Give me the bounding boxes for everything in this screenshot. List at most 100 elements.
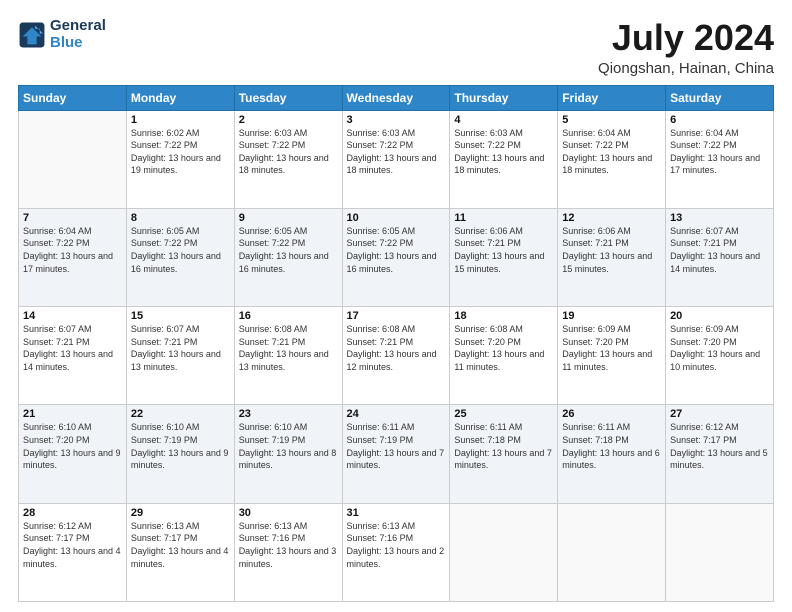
day-info: Sunrise: 6:08 AMSunset: 7:20 PMDaylight:… bbox=[454, 323, 553, 373]
day-number: 5 bbox=[562, 114, 661, 126]
calendar-day-cell: 7Sunrise: 6:04 AMSunset: 7:22 PMDaylight… bbox=[19, 208, 127, 306]
day-info: Sunrise: 6:07 AMSunset: 7:21 PMDaylight:… bbox=[670, 225, 769, 275]
header-wednesday: Wednesday bbox=[342, 85, 450, 110]
day-number: 27 bbox=[670, 408, 769, 420]
day-number: 9 bbox=[239, 212, 338, 224]
day-number: 18 bbox=[454, 310, 553, 322]
header-monday: Monday bbox=[126, 85, 234, 110]
day-number: 28 bbox=[23, 507, 122, 519]
day-number: 20 bbox=[670, 310, 769, 322]
logo-text: General Blue bbox=[50, 18, 106, 51]
day-info: Sunrise: 6:06 AMSunset: 7:21 PMDaylight:… bbox=[562, 225, 661, 275]
calendar-day-cell bbox=[558, 503, 666, 601]
day-info: Sunrise: 6:10 AMSunset: 7:19 PMDaylight:… bbox=[131, 421, 230, 471]
day-info: Sunrise: 6:04 AMSunset: 7:22 PMDaylight:… bbox=[562, 127, 661, 177]
calendar-day-cell: 24Sunrise: 6:11 AMSunset: 7:19 PMDayligh… bbox=[342, 405, 450, 503]
calendar-day-cell: 4Sunrise: 6:03 AMSunset: 7:22 PMDaylight… bbox=[450, 110, 558, 208]
calendar-day-cell: 14Sunrise: 6:07 AMSunset: 7:21 PMDayligh… bbox=[19, 307, 127, 405]
day-info: Sunrise: 6:02 AMSunset: 7:22 PMDaylight:… bbox=[131, 127, 230, 177]
calendar-week-row: 7Sunrise: 6:04 AMSunset: 7:22 PMDaylight… bbox=[19, 208, 774, 306]
calendar-day-cell: 16Sunrise: 6:08 AMSunset: 7:21 PMDayligh… bbox=[234, 307, 342, 405]
calendar-day-cell: 30Sunrise: 6:13 AMSunset: 7:16 PMDayligh… bbox=[234, 503, 342, 601]
day-number: 13 bbox=[670, 212, 769, 224]
calendar-day-cell: 8Sunrise: 6:05 AMSunset: 7:22 PMDaylight… bbox=[126, 208, 234, 306]
day-number: 15 bbox=[131, 310, 230, 322]
header-thursday: Thursday bbox=[450, 85, 558, 110]
calendar-day-cell: 2Sunrise: 6:03 AMSunset: 7:22 PMDaylight… bbox=[234, 110, 342, 208]
day-number: 24 bbox=[347, 408, 446, 420]
calendar-day-cell: 1Sunrise: 6:02 AMSunset: 7:22 PMDaylight… bbox=[126, 110, 234, 208]
calendar-day-cell: 19Sunrise: 6:09 AMSunset: 7:20 PMDayligh… bbox=[558, 307, 666, 405]
day-info: Sunrise: 6:10 AMSunset: 7:20 PMDaylight:… bbox=[23, 421, 122, 471]
logo-icon bbox=[18, 21, 46, 49]
day-number: 30 bbox=[239, 507, 338, 519]
day-info: Sunrise: 6:03 AMSunset: 7:22 PMDaylight:… bbox=[347, 127, 446, 177]
calendar-day-cell: 5Sunrise: 6:04 AMSunset: 7:22 PMDaylight… bbox=[558, 110, 666, 208]
calendar-header-row: Sunday Monday Tuesday Wednesday Thursday… bbox=[19, 85, 774, 110]
header-tuesday: Tuesday bbox=[234, 85, 342, 110]
main-title: July 2024 bbox=[598, 18, 774, 58]
day-info: Sunrise: 6:13 AMSunset: 7:17 PMDaylight:… bbox=[131, 520, 230, 570]
day-number: 1 bbox=[131, 114, 230, 126]
header-sunday: Sunday bbox=[19, 85, 127, 110]
day-info: Sunrise: 6:03 AMSunset: 7:22 PMDaylight:… bbox=[239, 127, 338, 177]
calendar-day-cell: 13Sunrise: 6:07 AMSunset: 7:21 PMDayligh… bbox=[666, 208, 774, 306]
day-number: 10 bbox=[347, 212, 446, 224]
calendar-week-row: 14Sunrise: 6:07 AMSunset: 7:21 PMDayligh… bbox=[19, 307, 774, 405]
calendar-day-cell bbox=[666, 503, 774, 601]
day-info: Sunrise: 6:11 AMSunset: 7:18 PMDaylight:… bbox=[562, 421, 661, 471]
calendar-day-cell bbox=[19, 110, 127, 208]
day-info: Sunrise: 6:04 AMSunset: 7:22 PMDaylight:… bbox=[670, 127, 769, 177]
day-info: Sunrise: 6:05 AMSunset: 7:22 PMDaylight:… bbox=[131, 225, 230, 275]
logo: General Blue bbox=[18, 18, 106, 51]
day-info: Sunrise: 6:04 AMSunset: 7:22 PMDaylight:… bbox=[23, 225, 122, 275]
day-number: 2 bbox=[239, 114, 338, 126]
day-number: 19 bbox=[562, 310, 661, 322]
day-number: 3 bbox=[347, 114, 446, 126]
calendar-day-cell: 25Sunrise: 6:11 AMSunset: 7:18 PMDayligh… bbox=[450, 405, 558, 503]
day-number: 6 bbox=[670, 114, 769, 126]
day-number: 17 bbox=[347, 310, 446, 322]
title-block: July 2024 Qiongshan, Hainan, China bbox=[598, 18, 774, 77]
calendar-day-cell: 23Sunrise: 6:10 AMSunset: 7:19 PMDayligh… bbox=[234, 405, 342, 503]
calendar-day-cell: 6Sunrise: 6:04 AMSunset: 7:22 PMDaylight… bbox=[666, 110, 774, 208]
calendar-day-cell: 12Sunrise: 6:06 AMSunset: 7:21 PMDayligh… bbox=[558, 208, 666, 306]
day-info: Sunrise: 6:08 AMSunset: 7:21 PMDaylight:… bbox=[347, 323, 446, 373]
page: General Blue July 2024 Qiongshan, Hainan… bbox=[0, 0, 792, 612]
day-number: 23 bbox=[239, 408, 338, 420]
day-info: Sunrise: 6:10 AMSunset: 7:19 PMDaylight:… bbox=[239, 421, 338, 471]
day-number: 26 bbox=[562, 408, 661, 420]
day-number: 4 bbox=[454, 114, 553, 126]
calendar-day-cell: 31Sunrise: 6:13 AMSunset: 7:16 PMDayligh… bbox=[342, 503, 450, 601]
day-info: Sunrise: 6:03 AMSunset: 7:22 PMDaylight:… bbox=[454, 127, 553, 177]
day-info: Sunrise: 6:12 AMSunset: 7:17 PMDaylight:… bbox=[23, 520, 122, 570]
calendar-table: Sunday Monday Tuesday Wednesday Thursday… bbox=[18, 85, 774, 602]
calendar-week-row: 1Sunrise: 6:02 AMSunset: 7:22 PMDaylight… bbox=[19, 110, 774, 208]
calendar-day-cell: 11Sunrise: 6:06 AMSunset: 7:21 PMDayligh… bbox=[450, 208, 558, 306]
day-number: 25 bbox=[454, 408, 553, 420]
calendar-day-cell: 26Sunrise: 6:11 AMSunset: 7:18 PMDayligh… bbox=[558, 405, 666, 503]
calendar-day-cell bbox=[450, 503, 558, 601]
day-info: Sunrise: 6:05 AMSunset: 7:22 PMDaylight:… bbox=[239, 225, 338, 275]
day-number: 14 bbox=[23, 310, 122, 322]
header-friday: Friday bbox=[558, 85, 666, 110]
calendar-day-cell: 9Sunrise: 6:05 AMSunset: 7:22 PMDaylight… bbox=[234, 208, 342, 306]
day-info: Sunrise: 6:08 AMSunset: 7:21 PMDaylight:… bbox=[239, 323, 338, 373]
day-info: Sunrise: 6:09 AMSunset: 7:20 PMDaylight:… bbox=[562, 323, 661, 373]
header-saturday: Saturday bbox=[666, 85, 774, 110]
day-info: Sunrise: 6:07 AMSunset: 7:21 PMDaylight:… bbox=[23, 323, 122, 373]
calendar-day-cell: 27Sunrise: 6:12 AMSunset: 7:17 PMDayligh… bbox=[666, 405, 774, 503]
day-info: Sunrise: 6:11 AMSunset: 7:18 PMDaylight:… bbox=[454, 421, 553, 471]
day-number: 22 bbox=[131, 408, 230, 420]
calendar-day-cell: 22Sunrise: 6:10 AMSunset: 7:19 PMDayligh… bbox=[126, 405, 234, 503]
day-number: 16 bbox=[239, 310, 338, 322]
calendar-day-cell: 29Sunrise: 6:13 AMSunset: 7:17 PMDayligh… bbox=[126, 503, 234, 601]
day-info: Sunrise: 6:12 AMSunset: 7:17 PMDaylight:… bbox=[670, 421, 769, 471]
day-number: 12 bbox=[562, 212, 661, 224]
day-info: Sunrise: 6:11 AMSunset: 7:19 PMDaylight:… bbox=[347, 421, 446, 471]
calendar-day-cell: 28Sunrise: 6:12 AMSunset: 7:17 PMDayligh… bbox=[19, 503, 127, 601]
calendar-day-cell: 3Sunrise: 6:03 AMSunset: 7:22 PMDaylight… bbox=[342, 110, 450, 208]
sub-title: Qiongshan, Hainan, China bbox=[598, 60, 774, 77]
day-number: 8 bbox=[131, 212, 230, 224]
day-number: 31 bbox=[347, 507, 446, 519]
